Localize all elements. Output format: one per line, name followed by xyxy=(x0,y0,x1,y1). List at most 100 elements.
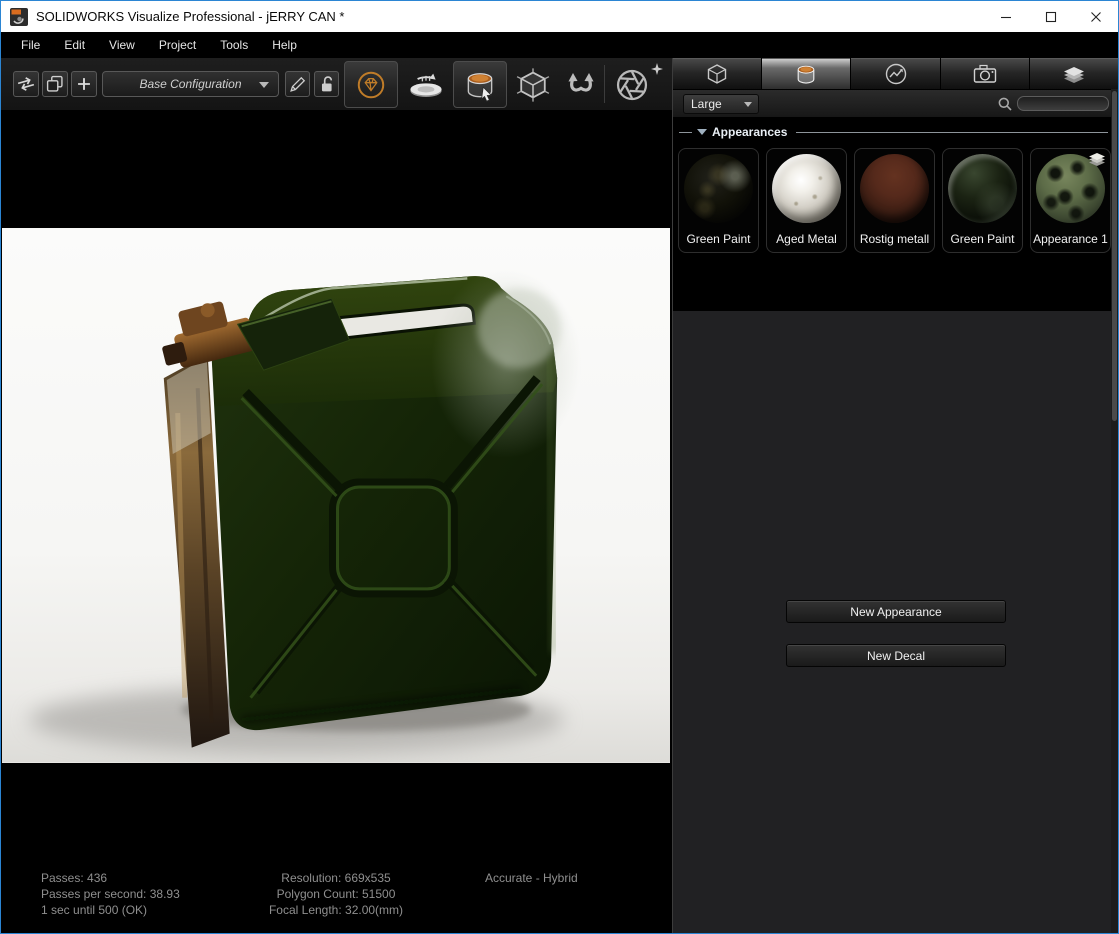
lock-open-icon xyxy=(321,76,332,92)
render-stats-left: Passes: 436 Passes per second: 38.93 1 s… xyxy=(41,870,180,918)
panel-lower: New Appearance New Decal xyxy=(673,310,1118,933)
search-input[interactable] xyxy=(1017,96,1109,111)
duplicate-icon xyxy=(46,75,63,92)
paint-bucket-cursor-icon xyxy=(467,72,493,102)
right-panel: Large Appearances Green Paint Aged Metal… xyxy=(672,58,1118,933)
layers-stack-icon xyxy=(1063,67,1084,83)
app-logo-icon xyxy=(10,7,28,26)
swap-arrows-icon xyxy=(17,77,35,91)
menu-project[interactable]: Project xyxy=(147,32,208,58)
paint-tool-button[interactable] xyxy=(453,61,507,108)
appearance-thumbnails: Green Paint Aged Metal Rostig metall Gre… xyxy=(673,139,1118,253)
palette-tabs xyxy=(673,58,1118,89)
models-cube-icon xyxy=(707,64,727,84)
appearance-label: Aged Metal xyxy=(776,232,837,246)
pencil-icon xyxy=(289,76,305,92)
material-sphere xyxy=(948,154,1017,223)
scrollbar-thumb[interactable] xyxy=(1112,91,1117,421)
environment-gauge-icon xyxy=(885,63,906,85)
material-sphere xyxy=(860,154,929,223)
maximize-button[interactable] xyxy=(1028,1,1073,32)
appearance-thumb-appearance-1[interactable]: Appearance 1 xyxy=(1030,148,1111,253)
appearance-thumb-rostig-metall[interactable]: Rostig metall xyxy=(854,148,935,253)
tab-environments[interactable] xyxy=(851,58,940,89)
edit-configuration-button[interactable] xyxy=(285,71,310,97)
lock-configuration-button[interactable] xyxy=(314,71,339,97)
camera-aperture-button[interactable] xyxy=(608,61,656,108)
menu-view[interactable]: View xyxy=(97,32,147,58)
toolbar-separator xyxy=(604,65,605,103)
render-diamond-icon xyxy=(357,71,385,98)
object-manipulation-button[interactable] xyxy=(509,61,557,108)
appearance-label: Appearance 1 xyxy=(1033,232,1108,246)
app-window: SOLIDWORKS Visualize Professional - jERR… xyxy=(0,0,1119,934)
plus-icon xyxy=(78,78,90,90)
minimize-button[interactable] xyxy=(983,1,1028,32)
main-content: Base Configuration Passes: 436 Passes pe… xyxy=(1,58,1118,933)
add-configuration-button[interactable] xyxy=(71,71,97,97)
appearance-thumb-green-paint-1[interactable]: Green Paint xyxy=(678,148,759,253)
new-decal-button[interactable]: New Decal xyxy=(786,644,1006,667)
palette-controls: Large xyxy=(673,89,1118,117)
panel-scrollbar[interactable] xyxy=(1111,89,1118,933)
appearance-thumb-aged-metal[interactable]: Aged Metal xyxy=(766,148,847,253)
chevron-down-icon xyxy=(259,82,269,88)
layered-appearance-icon xyxy=(1089,153,1105,166)
material-sphere xyxy=(684,154,753,223)
minimize-icon xyxy=(1000,16,1011,18)
tab-models[interactable] xyxy=(673,58,762,89)
turntable-button[interactable] xyxy=(400,61,452,108)
appearance-thumb-green-paint-2[interactable]: Green Paint xyxy=(942,148,1023,253)
cube-axes-icon xyxy=(516,67,550,102)
menu-tools[interactable]: Tools xyxy=(208,32,260,58)
header-rule xyxy=(796,131,1108,133)
swap-view-button[interactable] xyxy=(558,61,604,108)
render-stats-right: Accurate - Hybrid xyxy=(485,870,578,886)
stat-polygon-count: Polygon Count: 51500 xyxy=(276,887,396,901)
tab-cameras[interactable] xyxy=(940,58,1029,89)
appearances-bucket-icon xyxy=(797,65,815,84)
stat-render-mode: Accurate - Hybrid xyxy=(485,871,578,885)
stat-countdown: 1 sec until 500 (OK) xyxy=(41,903,148,917)
header-dash xyxy=(679,131,692,133)
render-mode-button[interactable] xyxy=(344,61,398,108)
new-appearance-button[interactable]: New Appearance xyxy=(786,600,1006,623)
menu-file[interactable]: File xyxy=(9,32,52,58)
duplicate-button[interactable] xyxy=(42,71,68,97)
chevron-down-icon xyxy=(744,101,752,107)
close-button[interactable] xyxy=(1073,1,1118,32)
material-sphere xyxy=(772,154,841,223)
menubar: File Edit View Project Tools Help xyxy=(1,32,1118,58)
swap-curved-icon xyxy=(568,72,594,92)
stat-passes: Passes: 436 xyxy=(41,871,108,885)
appearance-label: Rostig metall xyxy=(859,232,930,246)
maximize-icon xyxy=(1045,11,1056,22)
toolbar-pin-button[interactable] xyxy=(651,62,663,80)
appearances-title: Appearances xyxy=(712,125,788,139)
cameras-camera-icon xyxy=(973,64,996,83)
pin-icon xyxy=(651,63,663,75)
menu-help[interactable]: Help xyxy=(260,32,309,58)
configuration-label: Base Configuration xyxy=(139,77,242,91)
tab-layers[interactable] xyxy=(1029,58,1118,89)
aperture-icon xyxy=(616,69,648,100)
viewport-column: Base Configuration Passes: 436 Passes pe… xyxy=(1,58,672,933)
collapse-triangle-icon xyxy=(697,129,707,135)
close-icon xyxy=(1090,11,1101,22)
tab-appearances[interactable] xyxy=(762,58,851,89)
swap-configuration-button[interactable] xyxy=(13,71,39,97)
main-toolbar: Base Configuration xyxy=(1,58,672,110)
window-controls xyxy=(983,1,1118,32)
thumbnail-size-label: Large xyxy=(691,96,722,111)
turntable-icon xyxy=(410,73,442,97)
appearances-section: Appearances Green Paint Aged Metal Rosti… xyxy=(673,117,1118,310)
stat-focal-length: Focal Length: 32.00(mm) xyxy=(268,903,404,917)
appearances-header[interactable]: Appearances xyxy=(673,117,1118,139)
search-area xyxy=(997,96,1109,112)
configuration-dropdown[interactable]: Base Configuration xyxy=(102,71,279,97)
appearance-label: Green Paint xyxy=(686,232,751,246)
render-viewport-3d[interactable] xyxy=(2,228,670,763)
menu-edit[interactable]: Edit xyxy=(52,32,97,58)
thumbnail-size-dropdown[interactable]: Large xyxy=(683,93,759,114)
stat-resolution: Resolution: 669x535 xyxy=(281,871,391,885)
